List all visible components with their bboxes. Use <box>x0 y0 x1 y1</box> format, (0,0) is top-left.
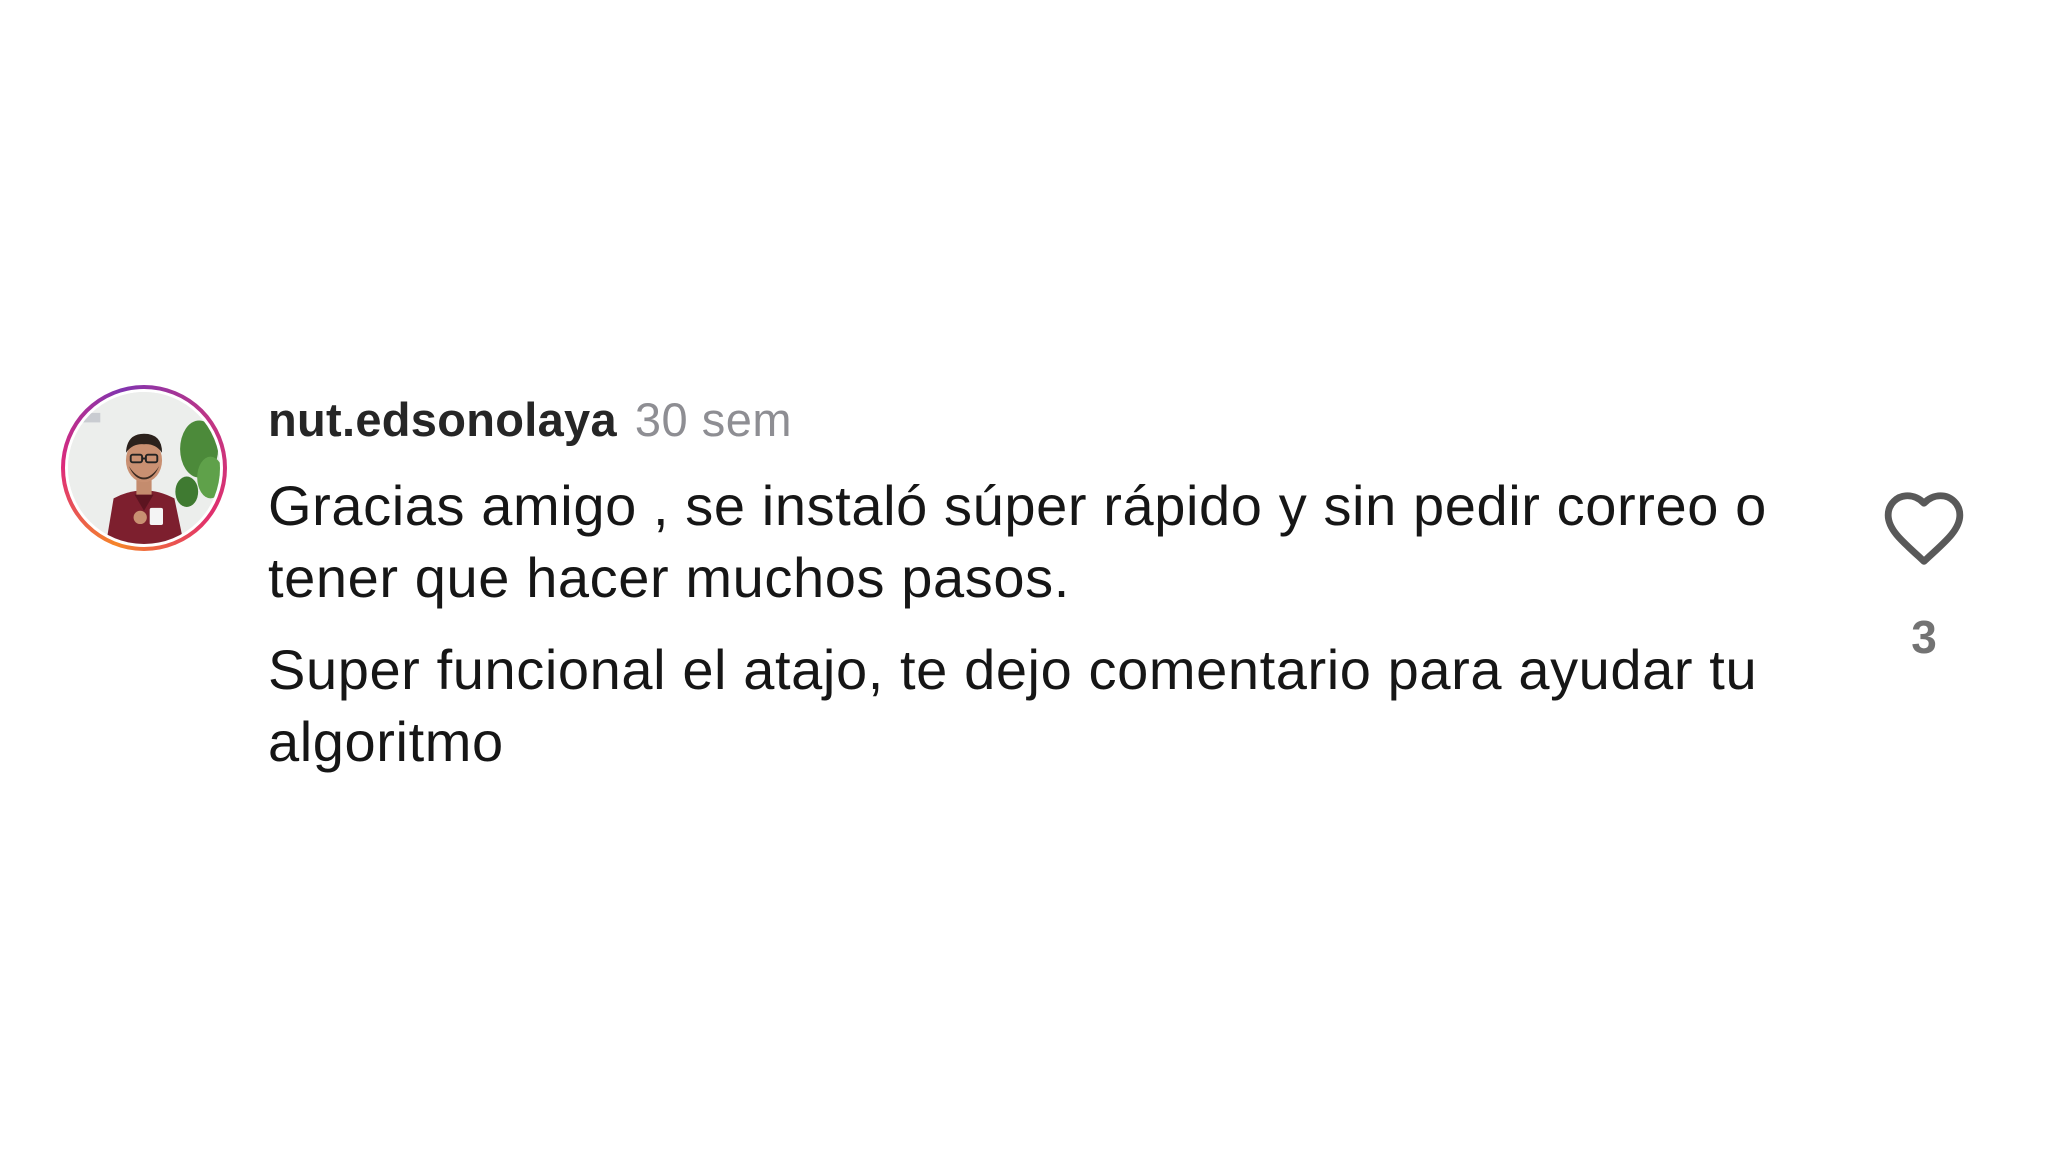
comment-body: Gracias amigo , se instaló súper rápido … <box>268 470 1768 778</box>
avatar-photo <box>65 389 223 547</box>
comment-header: nut.edsonolaya 30 sem <box>268 392 792 448</box>
avatar-image <box>68 392 220 544</box>
comment-paragraph: Super funcional el atajo, te dejo coment… <box>268 638 1758 773</box>
like-control: 3 <box>1874 488 1974 668</box>
avatar[interactable] <box>61 385 227 551</box>
comment-item: nut.edsonolaya 30 sem Gracias amigo , se… <box>0 0 2048 1152</box>
timestamp: 30 sem <box>634 393 793 446</box>
username[interactable]: nut.edsonolaya <box>268 392 617 447</box>
comment-paragraph: Gracias amigo , se instaló súper rápido … <box>268 474 1767 609</box>
heart-icon[interactable] <box>1881 488 1967 568</box>
like-count: 3 <box>1911 611 1937 663</box>
